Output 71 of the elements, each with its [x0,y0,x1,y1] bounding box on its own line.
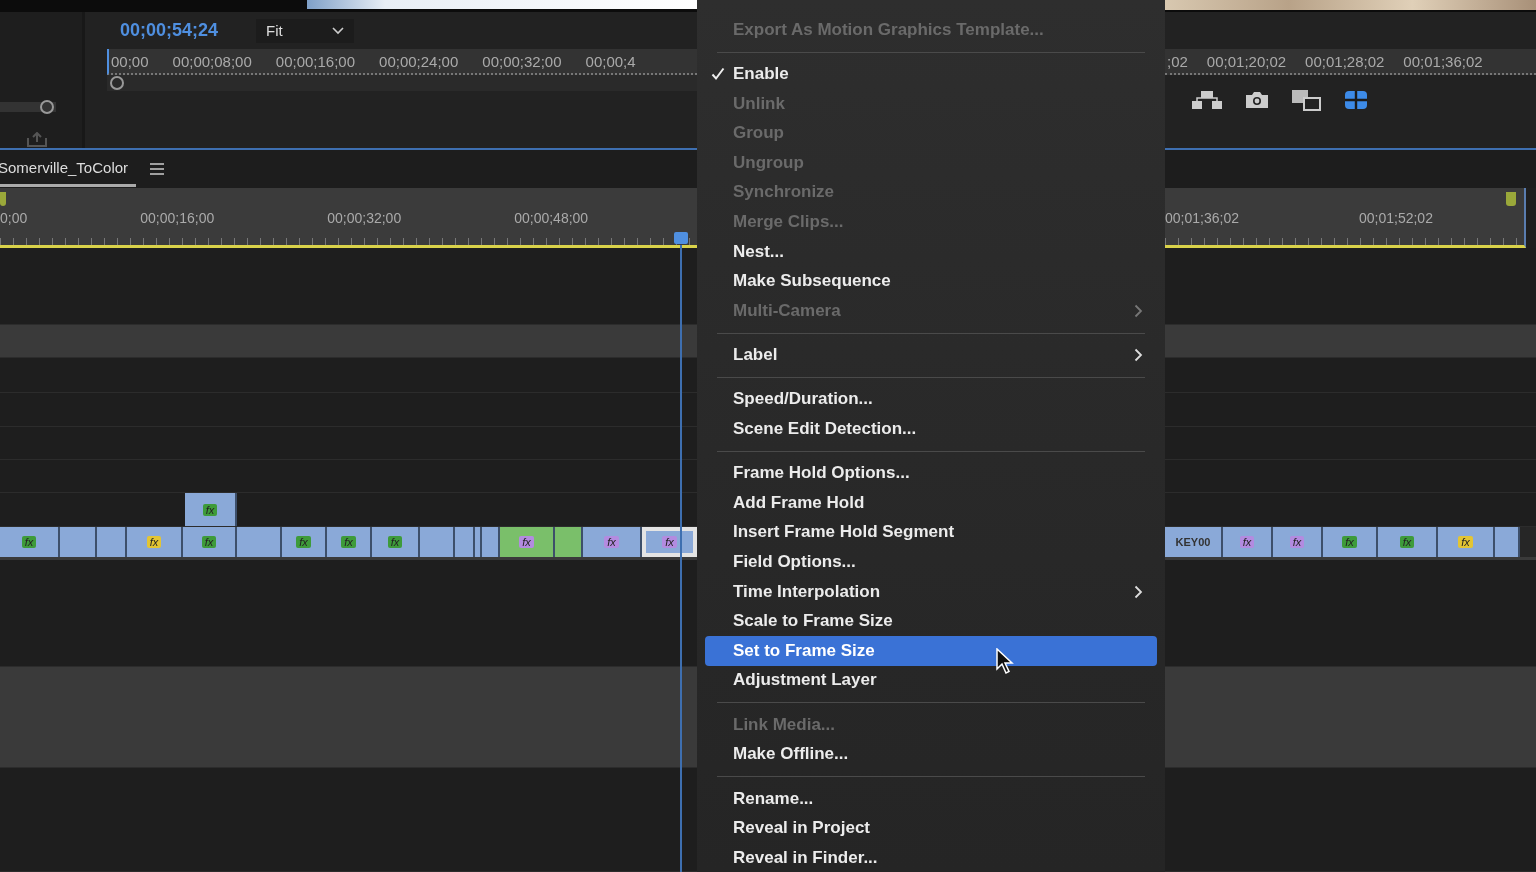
ruler-label: 00;00;24;00 [379,52,459,70]
fx-badge: fx [201,536,217,548]
video-clip[interactable]: fx [183,527,237,557]
ruler-label: 00;00;32;00 [327,210,402,226]
menu-item[interactable]: Enable [705,59,1157,89]
menu-item[interactable]: Add Frame Hold [705,488,1157,518]
ruler-label: 00;01;28;02 [1305,52,1385,70]
ruler-label: 00;01;52;02 [1358,210,1433,226]
video-clip[interactable]: fx [1273,527,1323,557]
menu-item[interactable]: Speed/Duration... [705,384,1157,415]
fx-badge: fx [1289,536,1305,548]
ruler-label: 00;00;16;00 [140,210,215,226]
fx-badge: fx [341,536,356,548]
ruler-label: ;02 [1167,52,1188,70]
video-clip[interactable]: fx [500,527,555,557]
menu-item[interactable]: Reveal in Finder... [705,842,1157,872]
video-clip[interactable]: fx [327,527,372,557]
ruler-label: 00;00;4 [585,52,636,70]
menu-item[interactable]: Field Options... [705,547,1157,577]
ruler-label: 00;01;36;02 [1165,210,1239,226]
fx-badge: fx [202,503,218,516]
fx-badge: fx [387,536,403,548]
video-clip[interactable]: fx [1223,527,1273,557]
menu-item[interactable]: Reveal in Project [705,813,1157,843]
menu-item[interactable]: Rename... [705,783,1157,814]
menu-item[interactable]: Frame Hold Options... [705,458,1157,489]
time-ruler[interactable]: ;02 00;01;20;02 00;01;28;02 00;01;36;02 [1165,49,1536,75]
fx-badge: fx [662,536,677,548]
time-ruler[interactable]: 00;00 00;00;08;00 00;00;16;00 00;00;24;00 00;00;32;00 00;00;4 [107,49,697,75]
video-clip[interactable]: fx [0,527,60,557]
fx-badge: fx [146,536,162,548]
ruler-label: 00;01;20;02 [1206,52,1287,70]
menu-item[interactable]: Set to Frame Size [705,636,1157,666]
fx-badge: fx [1399,536,1415,548]
video-clip[interactable]: KEY00 [1165,527,1223,557]
fx-badge: fx [296,536,311,548]
menu-item[interactable]: Label [705,340,1157,370]
ruler-label: 0;00 [0,210,28,226]
video-clip[interactable]: fx [1378,527,1438,557]
timeline-ruler[interactable]: 0;00 00;00;16;00 00;00;32;00 00;00;48;00 [0,188,697,248]
video-clip[interactable]: fx [127,527,183,557]
video-clip[interactable]: fx [185,493,237,526]
ruler-label: 00;00;08;00 [172,52,252,70]
timecode[interactable]: 00;00;54;24 [120,20,219,41]
ruler-label: 00;00;32;00 [482,52,562,70]
menu-item[interactable]: Make Subsequence [705,266,1157,297]
video-clip[interactable]: fx [583,527,642,557]
menu-item[interactable]: Time Interpolation [705,576,1157,607]
ruler-label: 00;01;36;02 [1403,52,1483,70]
video-clip[interactable]: fx [642,527,697,557]
menu-item[interactable]: Nest... [705,236,1157,267]
video-clip[interactable]: fx [1438,527,1495,557]
fx-badge: fx [1342,536,1357,548]
fx-badge: fx [519,536,534,548]
fx-badge: fx [604,536,619,548]
fx-badge: fx [1458,536,1473,548]
ruler-label: 00;00;48;00 [514,210,589,226]
menu-item[interactable]: Make Offline... [705,739,1157,770]
fx-badge: fx [21,536,37,548]
zoom-dropdown[interactable]: Fit [256,18,355,43]
menu-item[interactable]: Scale to Frame Size [705,606,1157,637]
ruler-label: 00;00 [111,52,149,70]
video-clip[interactable]: fx [282,527,327,557]
menu-item[interactable]: Adjustment Layer [705,665,1157,696]
timeline-ruler[interactable]: 00;01;36;02 00;01;52;02 [1165,188,1526,248]
fx-badge: fx [1239,536,1255,548]
ruler-label: 00;00;16;00 [275,52,356,70]
video-clip[interactable]: fx [372,527,420,557]
video-clip[interactable]: fx [1323,527,1378,557]
menu-item[interactable]: Insert Frame Hold Segment [705,517,1157,548]
menu-item[interactable]: Scene Edit Detection... [705,414,1157,444]
